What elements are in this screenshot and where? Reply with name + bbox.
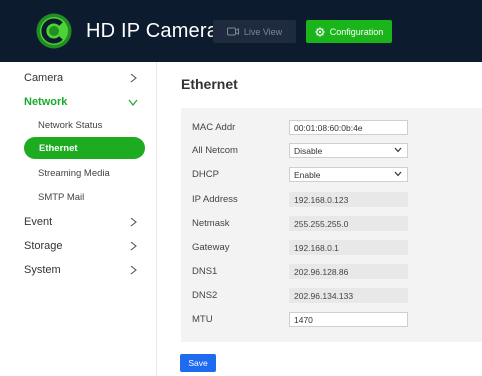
sidebar-item-event[interactable]: Event bbox=[24, 214, 140, 230]
gateway-field: 192.168.0.1 bbox=[289, 240, 408, 255]
gateway-value: 192.168.0.1 bbox=[294, 242, 339, 253]
dns1-field: 202.96.128.86 bbox=[289, 264, 408, 279]
sidebar-item-camera[interactable]: Camera bbox=[24, 70, 140, 86]
sidebar-subitem-ethernet[interactable]: Ethernet bbox=[24, 137, 145, 159]
all-netcom-label: All Netcom bbox=[192, 145, 238, 156]
sidebar-item-network[interactable]: Network bbox=[24, 94, 140, 110]
video-camera-icon bbox=[226, 27, 239, 36]
mtu-input[interactable]: 1470 bbox=[289, 312, 408, 327]
ip-address-field: 192.168.0.123 bbox=[289, 192, 408, 207]
mtu-label: MTU bbox=[192, 314, 213, 325]
mac-addr-input[interactable]: 00:01:08:60:0b:4e bbox=[289, 120, 408, 135]
dhcp-select[interactable]: Enable bbox=[289, 167, 408, 182]
netmask-field: 255.255.255.0 bbox=[289, 216, 408, 231]
dns2-value: 202.96.134.133 bbox=[294, 290, 354, 301]
live-view-label: Live View bbox=[243, 26, 283, 37]
sidebar-item-label: Storage bbox=[24, 240, 63, 252]
chevron-right-icon bbox=[126, 262, 140, 278]
dns1-value: 202.96.128.86 bbox=[294, 266, 349, 277]
mac-addr-value: 00:01:08:60:0b:4e bbox=[294, 122, 363, 133]
sidebar-subitem-smtp-mail[interactable]: SMTP Mail bbox=[38, 192, 84, 206]
sidebar-item-label: Camera bbox=[24, 72, 64, 84]
netmask-value: 255.255.255.0 bbox=[294, 218, 349, 229]
netmask-label: Netmask bbox=[192, 218, 230, 229]
all-netcom-select[interactable]: Disable bbox=[289, 143, 408, 158]
configuration-label: Configuration bbox=[329, 26, 384, 37]
chevron-down-icon bbox=[394, 171, 402, 177]
configuration-button[interactable]: Configuration bbox=[306, 20, 392, 43]
sidebar-item-label: Event bbox=[24, 216, 53, 228]
dhcp-label: DHCP bbox=[192, 169, 219, 180]
chevron-down-icon bbox=[394, 147, 402, 153]
all-netcom-value: Disable bbox=[294, 145, 323, 156]
chevron-right-icon bbox=[126, 70, 140, 86]
sidebar-item-storage[interactable]: Storage bbox=[24, 238, 140, 254]
sidebar-subitem-streaming-media[interactable]: Streaming Media bbox=[38, 168, 110, 182]
dns2-field: 202.96.134.133 bbox=[289, 288, 408, 303]
ip-address-value: 192.168.0.123 bbox=[294, 194, 349, 205]
dhcp-value: Enable bbox=[294, 169, 321, 180]
mtu-value: 1470 bbox=[294, 314, 313, 325]
top-header: HD IP Camera Live View Configuration bbox=[0, 0, 482, 62]
dns2-label: DNS2 bbox=[192, 290, 218, 301]
chevron-down-icon bbox=[126, 94, 140, 110]
brand-title: HD IP Camera bbox=[86, 20, 219, 42]
sidebar-subitem-network-status[interactable]: Network Status bbox=[38, 120, 102, 134]
sidebar-item-system[interactable]: System bbox=[24, 262, 140, 278]
gear-icon bbox=[315, 26, 325, 37]
chevron-right-icon bbox=[126, 214, 140, 230]
gateway-label: Gateway bbox=[192, 242, 230, 253]
dns1-label: DNS1 bbox=[192, 266, 218, 277]
chevron-right-icon bbox=[126, 238, 140, 254]
page-title: Ethernet bbox=[181, 76, 238, 92]
ip-address-label: IP Address bbox=[192, 194, 238, 205]
save-button[interactable]: Save bbox=[180, 354, 216, 372]
sidebar-item-label: Network bbox=[24, 96, 68, 108]
mac-addr-label: MAC Addr bbox=[192, 122, 236, 133]
sidebar-item-label: System bbox=[24, 264, 61, 276]
live-view-button[interactable]: Live View bbox=[213, 20, 296, 43]
camera-logo-icon bbox=[36, 13, 72, 49]
